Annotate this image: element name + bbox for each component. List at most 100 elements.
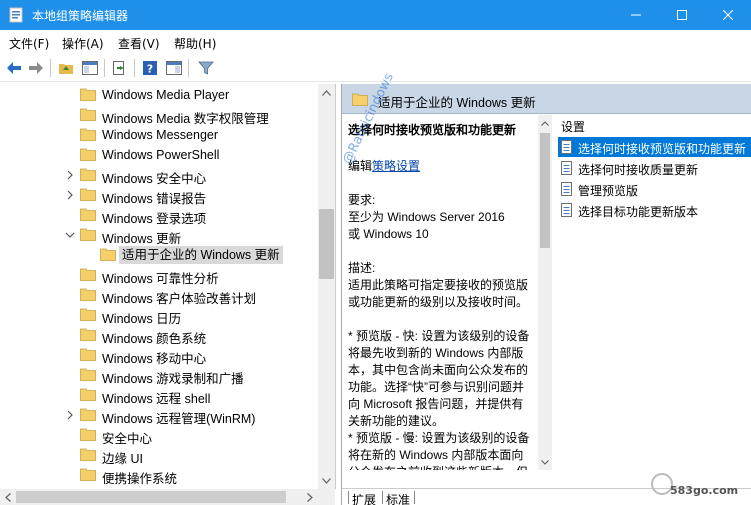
tree-item[interactable]: Windows 安全中心: [0, 165, 318, 186]
folder-icon: [80, 128, 96, 141]
scroll-left-button[interactable]: [0, 489, 16, 505]
back-button[interactable]: [4, 58, 24, 78]
chevron-right-icon[interactable]: [64, 189, 76, 201]
maximize-button[interactable]: [659, 0, 705, 30]
setting-item[interactable]: 选择何时接收预览版和功能更新: [558, 137, 751, 157]
tree-item[interactable]: Windows 可靠性分析: [0, 265, 318, 286]
tab-divider: [382, 491, 383, 504]
tree-item[interactable]: Windows 颜色系统: [0, 325, 318, 346]
folder-icon: [80, 188, 96, 201]
toolbar-separator: [188, 59, 189, 77]
description-panel: 选择何时接收预览版和功能更新 编辑策略设置 要求: 至少为 Windows Se…: [342, 115, 538, 470]
description-line: * 预览版 - 快: 设置为该级别的设备: [348, 329, 530, 343]
logo-text: 583go.com: [670, 484, 739, 497]
scrollbar-corner: [318, 489, 335, 505]
folder-icon: [80, 428, 96, 441]
menu-action[interactable]: 操作(A): [62, 35, 104, 52]
setting-item[interactable]: 选择目标功能更新版本: [558, 200, 751, 220]
action-pane-icon: [166, 61, 182, 75]
chevron-down-icon: [541, 459, 549, 465]
tree-item-label: 适用于企业的 Windows 更新: [119, 246, 283, 264]
tree-item[interactable]: Windows Media 数字权限管理: [0, 105, 318, 126]
description-scrollbar[interactable]: [538, 115, 552, 470]
policy-editor-icon: [9, 7, 23, 23]
setting-item[interactable]: 选择何时接收质量更新: [558, 158, 751, 178]
menu-view[interactable]: 查看(V): [118, 35, 160, 52]
tree-item[interactable]: 边缘 UI: [0, 445, 318, 466]
tree-item[interactable]: Windows PowerShell: [0, 145, 318, 165]
tree-item[interactable]: Windows 日历: [0, 305, 318, 326]
show-hide-tree-button[interactable]: [80, 58, 100, 78]
tree-item[interactable]: Windows 客户体验改善计划: [0, 285, 318, 306]
menu-help[interactable]: 帮助(H): [174, 35, 216, 52]
close-icon: [723, 10, 733, 20]
up-level-button[interactable]: [56, 58, 76, 78]
folder-icon: [80, 88, 96, 101]
setting-item[interactable]: 管理预览版: [558, 179, 751, 199]
show-hide-action-pane-button[interactable]: [164, 58, 184, 78]
scroll-down-button[interactable]: [318, 472, 335, 489]
svg-text:?: ?: [147, 63, 153, 76]
tree-vertical-scrollbar[interactable]: [318, 84, 335, 489]
tree-item[interactable]: Windows 更新: [0, 225, 318, 246]
tab-standard[interactable]: 标准: [386, 491, 410, 505]
settings-column-header[interactable]: 设置: [561, 118, 585, 135]
policy-setting-icon: [561, 182, 572, 196]
help-button[interactable]: ?: [140, 58, 160, 78]
tree-item[interactable]: Windows Messenger: [0, 125, 318, 145]
tree-item[interactable]: 适用于企业的 Windows 更新: [0, 245, 318, 265]
scroll-up-button[interactable]: [538, 115, 552, 131]
tree-item[interactable]: Windows 远程管理(WinRM): [0, 405, 318, 426]
tree-item[interactable]: 安全中心: [0, 425, 318, 446]
tree-horizontal-scrollbar[interactable]: [0, 489, 318, 505]
scroll-thumb[interactable]: [16, 491, 286, 503]
filter-button[interactable]: [196, 58, 216, 78]
folder-icon: [80, 448, 96, 461]
back-arrow-icon: [7, 62, 21, 74]
tree-item-label: 便携操作系统: [102, 472, 178, 486]
chevron-right-icon[interactable]: [64, 169, 76, 181]
setting-item-label: 选择何时接收质量更新: [578, 163, 699, 177]
folder-icon: [100, 248, 116, 261]
tree-item[interactable]: Windows 游戏录制和广播: [0, 365, 318, 386]
chevron-right-icon[interactable]: [64, 409, 76, 421]
scroll-thumb[interactable]: [540, 133, 550, 248]
tree-item[interactable]: 便携操作系统: [0, 465, 318, 486]
forward-button[interactable]: [26, 58, 46, 78]
tab-extended[interactable]: 扩展: [352, 491, 376, 505]
tab-divider: [414, 491, 415, 504]
minimize-button[interactable]: [613, 0, 659, 30]
tree-item[interactable]: Windows Media Player: [0, 85, 318, 105]
requirements-label: 要求:: [348, 193, 376, 207]
settings-list: 设置 选择何时接收预览版和功能更新 选择何时接收质量更新管理预览版 选择目标功能更新…: [554, 115, 751, 470]
menu-file[interactable]: 文件(F): [9, 35, 49, 52]
toolbar-separator: [134, 59, 135, 77]
maximize-icon: [677, 10, 687, 20]
export-list-button[interactable]: [110, 58, 130, 78]
scroll-up-button[interactable]: [318, 84, 335, 101]
chevron-left-icon: [5, 492, 11, 502]
scroll-right-button[interactable]: [302, 489, 318, 505]
scroll-down-button[interactable]: [538, 454, 552, 470]
chevron-down-icon[interactable]: [64, 229, 76, 241]
chevron-right-icon: [307, 492, 313, 502]
tree-item-label: Windows Messenger: [102, 128, 219, 142]
description-line: 功能。选择“快”可参与识别问题并: [348, 380, 524, 394]
details-header: 适用于企业的 Windows 更新: [342, 84, 751, 114]
forward-arrow-icon: [29, 62, 43, 74]
edit-policy-link[interactable]: 策略设置: [372, 159, 420, 173]
tree-item[interactable]: Windows 登录选项: [0, 205, 318, 226]
folder-icon: [80, 208, 96, 221]
policy-setting-icon: [561, 140, 572, 154]
description-line: * 预览版 - 慢: 设置为该级别的设备: [348, 431, 530, 445]
description-line: 将在新的 Windows 内部版本面向: [348, 448, 524, 462]
policy-setting-icon: [561, 161, 572, 175]
tree-item[interactable]: Windows 错误报告: [0, 185, 318, 206]
setting-item-label: 选择何时接收预览版和功能更新: [578, 142, 747, 156]
tree-item[interactable]: Windows 远程 shell: [0, 385, 318, 406]
folder-icon: [80, 228, 96, 241]
tree-item[interactable]: Windows 移动中心: [0, 345, 318, 366]
minimize-icon: [631, 14, 641, 16]
close-button[interactable]: [705, 0, 751, 30]
scroll-thumb[interactable]: [319, 209, 334, 279]
